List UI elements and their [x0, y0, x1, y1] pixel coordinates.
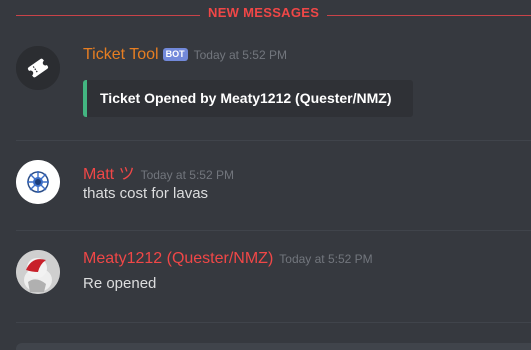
chat-panel: NEW MESSAGES Ticket Tool BOT Today at 5:52… [0, 0, 531, 350]
avatar[interactable] [16, 160, 60, 204]
message-input[interactable] [16, 343, 531, 350]
avatar[interactable] [16, 46, 60, 90]
message-header: Meaty1212 (Quester/NMZ) Today at 5:52 PM [83, 250, 373, 268]
message-separator [16, 140, 531, 141]
badge-icon [16, 160, 60, 204]
avatar[interactable] [16, 250, 60, 294]
author-name[interactable]: Matt ツ [83, 166, 135, 183]
timestamp[interactable]: Today at 5:52 PM [141, 168, 234, 182]
message-header: Ticket Tool BOT Today at 5:52 PM [83, 46, 287, 64]
message-matt: Matt ツ Today at 5:52 PM thats cost for la… [16, 160, 531, 220]
embed-title: Ticket Opened by Meaty1212 (Quester/NMZ) [100, 90, 392, 106]
new-messages-label: NEW MESSAGES [200, 5, 328, 20]
character-icon [16, 250, 60, 294]
message-text: Re opened [83, 275, 157, 292]
message-ticket-tool: Ticket Tool BOT Today at 5:52 PM Ticket Op… [16, 46, 531, 126]
message-separator [16, 230, 531, 231]
ticket-icon [16, 46, 60, 90]
message-text: thats cost for lavas [83, 185, 209, 202]
message-header: Matt ツ Today at 5:52 PM [83, 160, 234, 184]
message-separator [16, 322, 531, 323]
author-name[interactable]: Meaty1212 (Quester/NMZ) [83, 250, 273, 267]
bot-tag: BOT [162, 48, 188, 61]
author-name[interactable]: Ticket Tool [83, 46, 159, 63]
timestamp[interactable]: Today at 5:52 PM [194, 48, 287, 62]
timestamp[interactable]: Today at 5:52 PM [279, 252, 372, 266]
ticket-embed: Ticket Opened by Meaty1212 (Quester/NMZ) [83, 80, 413, 117]
message-meaty: Meaty1212 (Quester/NMZ) Today at 5:52 PM … [16, 250, 531, 310]
